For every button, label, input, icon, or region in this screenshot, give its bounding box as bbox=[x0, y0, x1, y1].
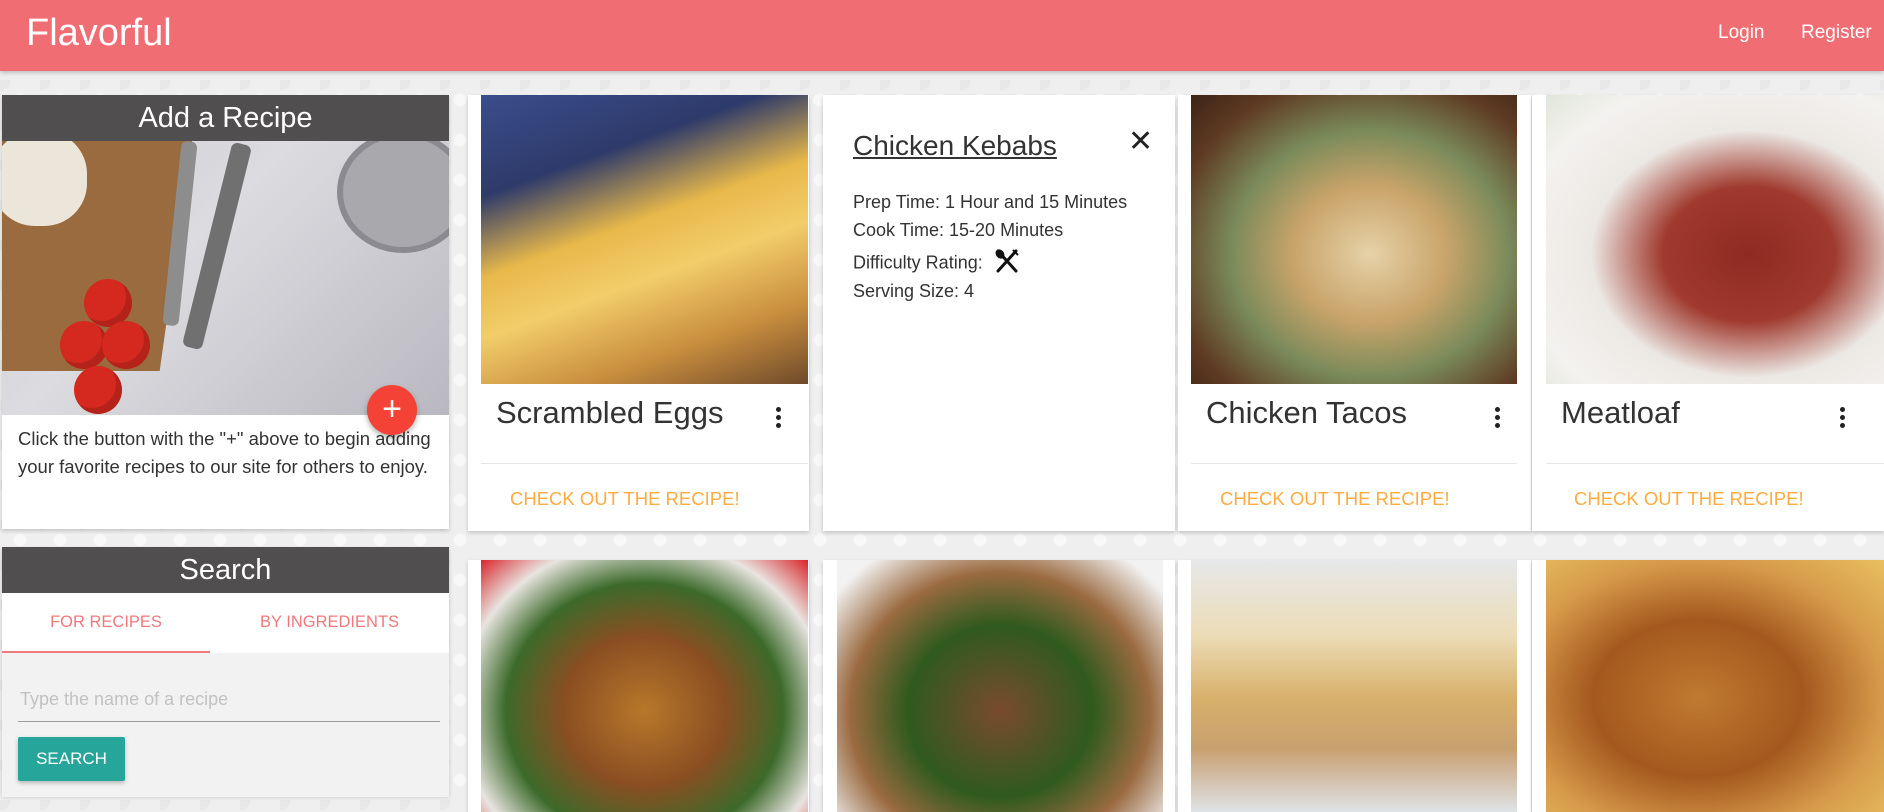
more-vert-icon[interactable] bbox=[1487, 407, 1507, 431]
recipe-image[interactable] bbox=[481, 560, 808, 812]
recipe-title: Chicken Tacos bbox=[1206, 395, 1408, 430]
card-divider bbox=[1191, 463, 1517, 464]
plus-icon: + bbox=[382, 390, 402, 428]
search-button[interactable]: SEARCH bbox=[18, 737, 125, 781]
register-link[interactable]: Register bbox=[1801, 22, 1872, 44]
recipe-card bbox=[468, 560, 809, 812]
more-vert-icon[interactable] bbox=[768, 407, 788, 431]
recipe-image[interactable] bbox=[1546, 95, 1884, 384]
recipe-image[interactable] bbox=[1546, 560, 1884, 812]
recipe-card-chicken-kebabs: Chicken Kebabs ✕ Prep Time: 1 Hour and 1… bbox=[823, 95, 1175, 531]
search-tabs: FOR RECIPES BY INGREDIENTS bbox=[2, 593, 449, 653]
search-title: Search bbox=[2, 547, 449, 593]
recipe-reveal-title[interactable]: Chicken Kebabs bbox=[853, 130, 1057, 162]
recipe-image[interactable] bbox=[1191, 560, 1517, 812]
add-recipe-card: Add a Recipe Click the button with the "… bbox=[2, 95, 449, 529]
recipe-card bbox=[1532, 560, 1884, 812]
search-card: Search FOR RECIPES BY INGREDIENTS SEARCH bbox=[2, 547, 449, 797]
recipe-image[interactable] bbox=[837, 560, 1163, 812]
login-link[interactable]: Login bbox=[1718, 22, 1765, 44]
brand-logo[interactable]: Flavorful bbox=[26, 12, 172, 55]
search-panel: SEARCH bbox=[2, 653, 449, 797]
recipe-title: Scrambled Eggs bbox=[496, 395, 724, 430]
add-recipe-title: Add a Recipe bbox=[2, 95, 449, 141]
check-out-recipe-link[interactable]: CHECK OUT THE RECIPE! bbox=[1220, 488, 1450, 510]
recipe-search-input[interactable] bbox=[18, 677, 440, 722]
card-divider bbox=[481, 463, 808, 464]
recipe-card-scrambled-eggs: Scrambled Eggs CHECK OUT THE RECIPE! bbox=[468, 95, 809, 531]
prep-time: Prep Time: 1 Hour and 15 Minutes bbox=[853, 192, 1128, 212]
recipe-card bbox=[823, 560, 1175, 812]
difficulty-label: Difficulty Rating: bbox=[853, 252, 983, 273]
close-icon[interactable]: ✕ bbox=[1128, 127, 1153, 157]
add-recipe-button[interactable]: + bbox=[367, 385, 417, 435]
recipe-image[interactable] bbox=[481, 95, 808, 384]
cook-time: Cook Time: 15-20 Minutes bbox=[853, 220, 1064, 240]
recipe-image[interactable] bbox=[1191, 95, 1517, 384]
add-recipe-image bbox=[2, 141, 449, 415]
tab-by-ingredients[interactable]: BY INGREDIENTS bbox=[210, 593, 449, 651]
card-divider bbox=[1546, 463, 1884, 464]
recipe-card-chicken-tacos: Chicken Tacos CHECK OUT THE RECIPE! bbox=[1178, 95, 1531, 531]
serving-size: Serving Size: 4 bbox=[853, 281, 975, 301]
recipe-card bbox=[1178, 560, 1531, 812]
navbar: Flavorful Login Register bbox=[0, 0, 1884, 71]
more-vert-icon[interactable] bbox=[1832, 407, 1852, 431]
check-out-recipe-link[interactable]: CHECK OUT THE RECIPE! bbox=[510, 488, 740, 510]
utensils-icon bbox=[994, 248, 1020, 279]
recipe-card-meatloaf: Meatloaf CHECK OUT THE RECIPE! bbox=[1532, 95, 1884, 531]
difficulty-rating: Difficulty Rating: bbox=[853, 248, 1020, 279]
tab-for-recipes[interactable]: FOR RECIPES bbox=[2, 593, 210, 651]
check-out-recipe-link[interactable]: CHECK OUT THE RECIPE! bbox=[1574, 488, 1804, 510]
recipe-title: Meatloaf bbox=[1561, 395, 1680, 430]
